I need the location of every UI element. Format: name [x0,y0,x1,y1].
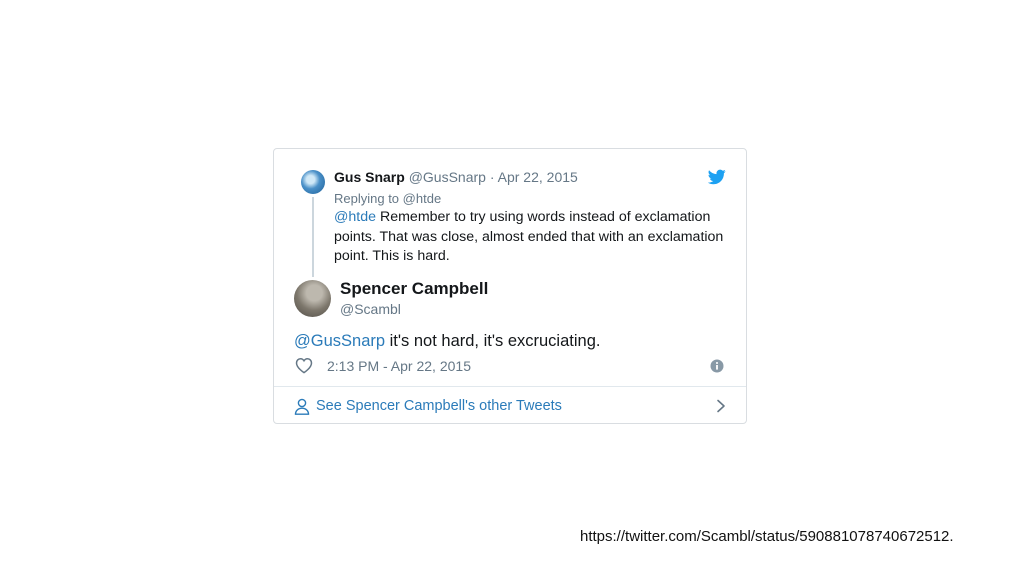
source-url-caption: https://twitter.com/Scambl/status/590881… [580,528,954,545]
replying-to-line: Replying to @htde [334,191,441,206]
replying-to-prefix: Replying to [334,191,400,206]
parent-tweet-date[interactable]: Apr 22, 2015 [498,169,578,185]
person-icon [294,398,310,415]
parent-tweet-body: Remember to try using words instead of e… [334,209,724,264]
embedded-tweet-card: Gus Snarp @GusSnarp · Apr 22, 2015 Reply… [273,148,747,424]
twitter-bird-icon[interactable] [708,169,726,185]
main-author-handle[interactable]: @Scambl [340,301,401,317]
chevron-right-icon[interactable] [716,399,726,413]
main-tweet-text: @GusSnarp it's not hard, it's excruciati… [294,332,600,351]
parent-tweet-text: @htde Remember to try using words instea… [334,208,734,267]
parent-author-name[interactable]: Gus Snarp [334,169,405,185]
parent-avatar[interactable] [301,170,325,194]
heart-icon[interactable] [295,357,313,374]
parent-mention-link[interactable]: @htde [334,209,376,225]
separator-dot: · [489,169,495,185]
main-tweet-timestamp[interactable]: 2:13 PM - Apr 22, 2015 [327,358,471,374]
main-avatar[interactable] [294,280,331,317]
parent-tweet-header: Gus Snarp @GusSnarp · Apr 22, 2015 [334,169,578,185]
replying-to-handle[interactable]: @htde [403,191,442,206]
main-tweet-body: it's not hard, it's excruciating. [389,332,601,350]
thread-connector-line [312,197,314,277]
main-author-name[interactable]: Spencer Campbell [340,279,488,299]
info-icon[interactable] [710,359,724,373]
parent-author-handle[interactable]: @GusSnarp [409,169,486,185]
other-tweets-link[interactable]: See Spencer Campbell's other Tweets [294,387,726,425]
main-mention-link[interactable]: @GusSnarp [294,332,385,350]
other-tweets-label[interactable]: See Spencer Campbell's other Tweets [316,398,716,414]
